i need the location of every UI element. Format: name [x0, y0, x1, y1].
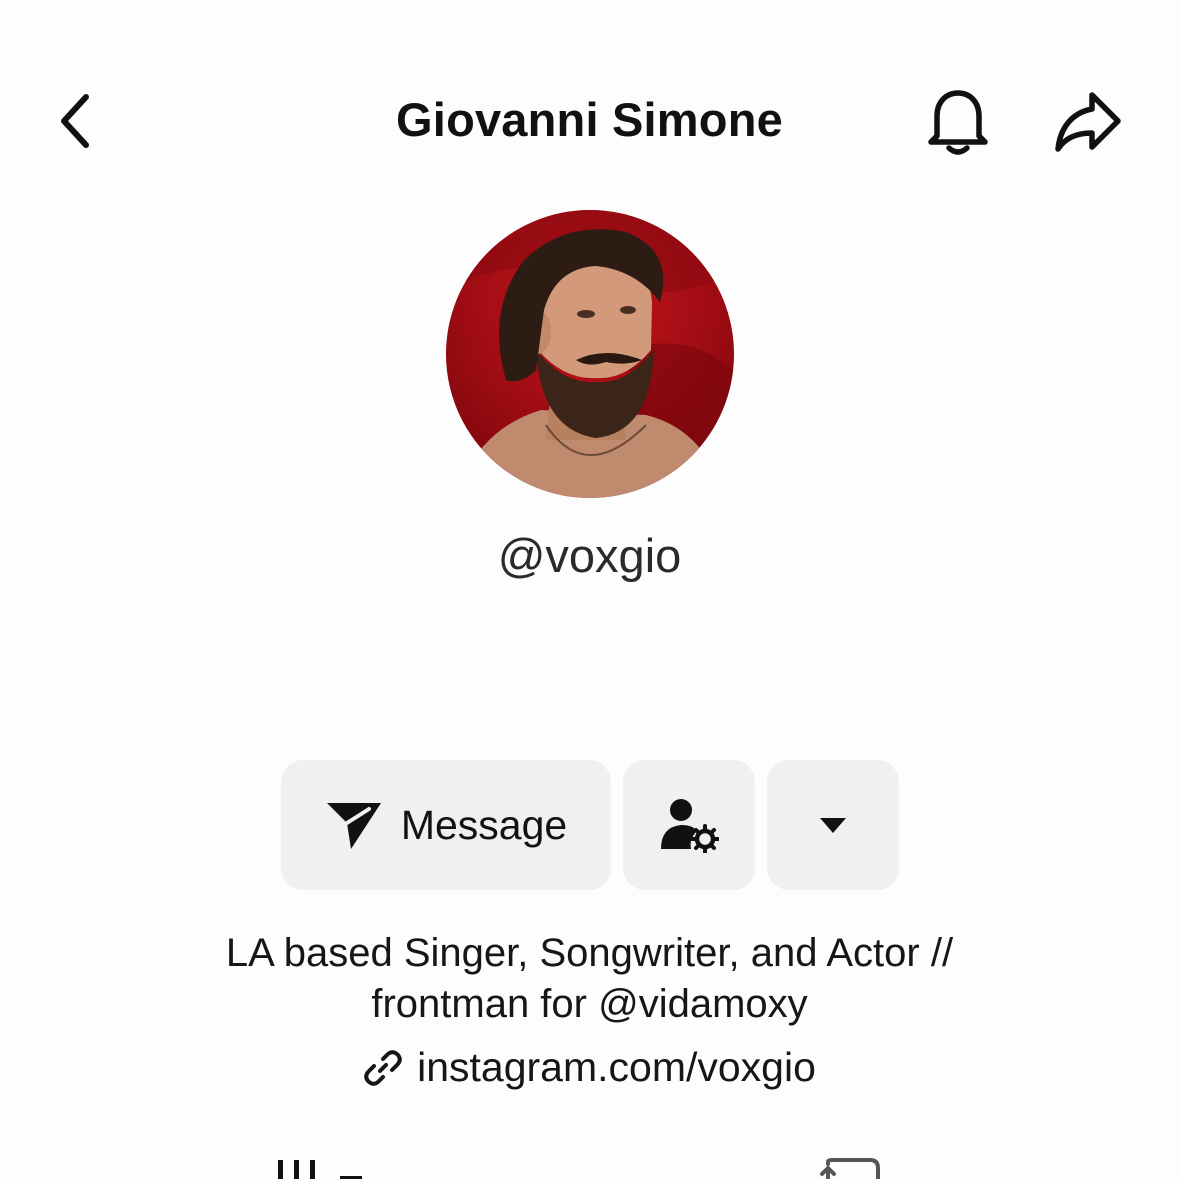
bio-text: LA based Singer, Songwriter, and Actor /… — [140, 928, 1039, 1030]
caret-down-icon — [820, 818, 846, 833]
notification-button[interactable] — [920, 82, 996, 162]
avatar-photo — [446, 210, 734, 498]
tab-reposts[interactable] — [818, 1150, 898, 1179]
bio-line: frontman for @vidamoxy — [371, 982, 808, 1026]
videos-grid-icon — [278, 1160, 362, 1179]
send-icon — [326, 803, 381, 849]
bio-link-label: instagram.com/voxgio — [417, 1044, 816, 1090]
bio-line: LA based Singer, Songwriter, and Actor /… — [225, 931, 954, 975]
page-title: Giovanni Simone — [396, 93, 783, 146]
tab-videos[interactable] — [272, 1150, 372, 1179]
reposts-icon — [820, 1158, 880, 1179]
bell-icon — [928, 90, 988, 155]
username: @voxgio — [497, 529, 682, 582]
message-label: Message — [400, 801, 568, 848]
share-button[interactable] — [1046, 82, 1130, 162]
avatar[interactable] — [446, 210, 734, 498]
link-icon — [364, 1049, 402, 1086]
bio-link[interactable]: instagram.com/voxgio — [0, 1044, 1179, 1091]
more-dropdown-button[interactable] — [767, 760, 899, 890]
user-settings-icon — [661, 799, 719, 853]
message-button[interactable]: Message — [281, 760, 611, 890]
profile-page: Giovanni Simone @voxgio Message LA based… — [0, 0, 1179, 1179]
share-arrow-icon — [1055, 92, 1121, 152]
friend-settings-button[interactable] — [623, 760, 755, 890]
